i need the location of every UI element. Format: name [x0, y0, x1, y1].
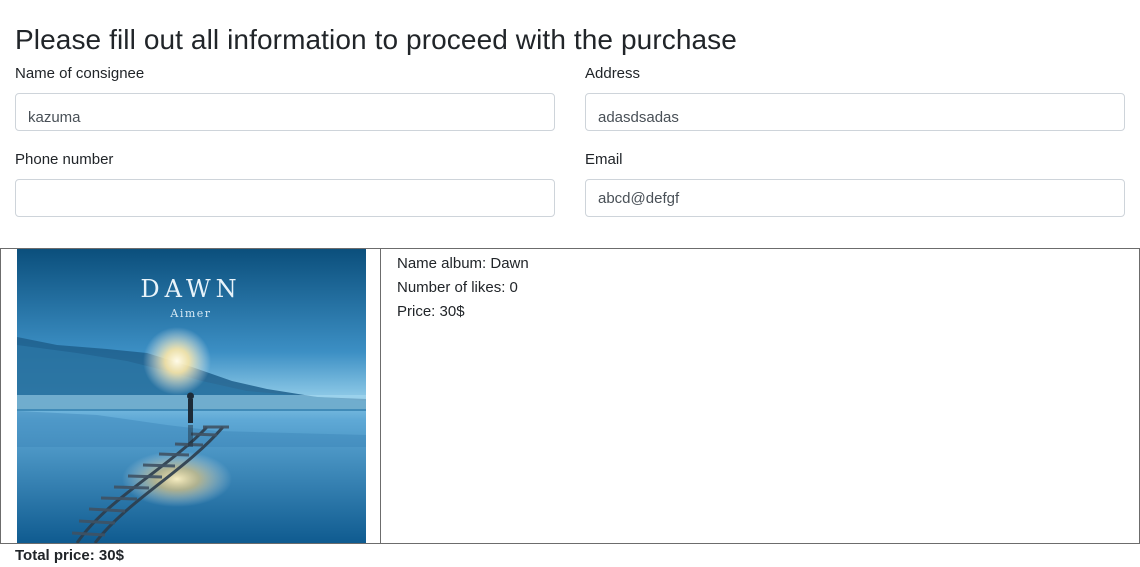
consignee-input[interactable] [15, 93, 555, 131]
page-title: Please fill out all information to proce… [15, 24, 737, 55]
email-input[interactable] [585, 179, 1125, 217]
album-name: Name album: Dawn [397, 255, 529, 272]
album-image-cell: DAWN Aimer [1, 249, 381, 543]
album-table-row: DAWN Aimer Name album: Dawn Number of li… [0, 248, 1140, 544]
album-cover-artist: Aimer [169, 307, 211, 320]
album-likes: Number of likes: 0 [397, 279, 518, 296]
album-cover-title: DAWN [140, 275, 241, 303]
phone-input[interactable] [15, 179, 555, 217]
consignee-label: Name of consignee [15, 65, 145, 82]
album-price: Price: 30$ [397, 303, 465, 320]
email-label: Email [585, 151, 623, 168]
album-cover-image: DAWN Aimer [17, 249, 366, 543]
total-price: Total price: 30$ [15, 547, 124, 564]
album-info: Name album: Dawn Number of likes: 0 Pric… [397, 252, 529, 324]
address-label: Address [585, 65, 641, 82]
address-input[interactable] [585, 93, 1125, 131]
phone-label: Phone number [15, 151, 114, 168]
